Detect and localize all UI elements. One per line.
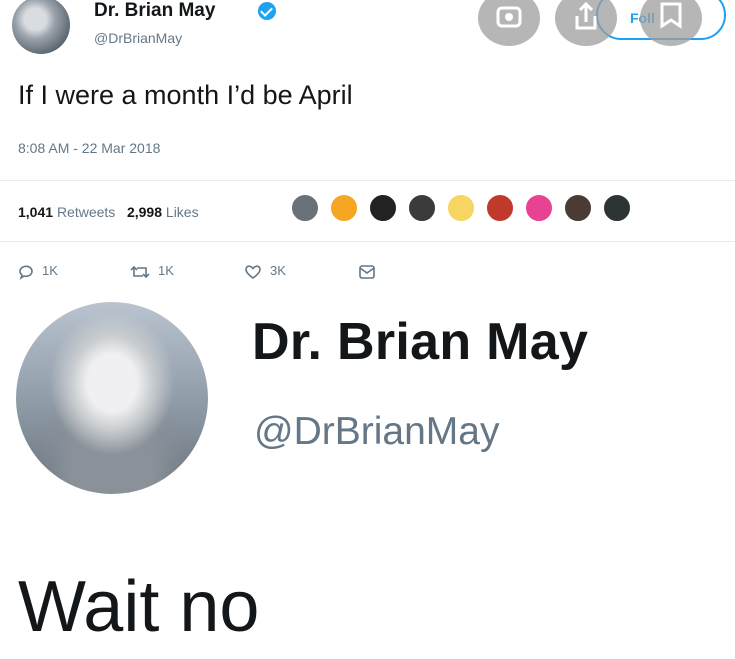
liker-avatar[interactable]	[485, 193, 515, 223]
share-icon[interactable]	[555, 0, 617, 46]
retweet-count: 1K	[158, 263, 174, 278]
retweets-label[interactable]: Retweets	[57, 204, 115, 220]
liker-avatar[interactable]	[290, 193, 320, 223]
profile-handle[interactable]: @DrBrianMay	[254, 410, 499, 454]
heart-icon	[245, 264, 261, 279]
tweet-timestamp[interactable]: 8:08 AM - 22 Mar 2018	[18, 140, 160, 156]
profile-display-name[interactable]: Dr. Brian May	[252, 312, 588, 372]
liker-avatar[interactable]	[602, 193, 632, 223]
reply-count: 1K	[42, 263, 58, 278]
message-icon	[359, 264, 375, 279]
tweet-display-name[interactable]: Dr. Brian May	[94, 0, 215, 22]
liker-avatar[interactable]	[329, 193, 359, 223]
retweet-icon	[130, 265, 150, 278]
meme-caption: Wait no	[18, 567, 260, 647]
retweet-button[interactable]: 1K	[130, 263, 174, 280]
avatar[interactable]	[12, 0, 70, 54]
likes-count[interactable]: 2,998	[127, 204, 162, 220]
like-button[interactable]: 3K	[244, 263, 286, 280]
liker-avatar[interactable]	[524, 193, 554, 223]
divider	[0, 241, 735, 242]
reply-button[interactable]: 1K	[18, 263, 58, 280]
liker-avatar[interactable]	[407, 193, 437, 223]
verified-badge-icon	[258, 2, 276, 20]
tweet-text: If I were a month I’d be April	[18, 80, 353, 110]
retweets-count[interactable]: 1,041	[18, 204, 53, 220]
reply-icon	[19, 265, 33, 280]
like-count: 3K	[270, 263, 286, 278]
message-button[interactable]	[358, 263, 384, 280]
liker-avatar[interactable]	[563, 193, 593, 223]
profile-avatar[interactable]	[16, 302, 208, 494]
tweet-stats: 1,041 Retweets 2,998 Likes	[18, 204, 199, 220]
tweet-handle[interactable]: @DrBrianMay	[94, 30, 182, 46]
liker-avatar[interactable]	[368, 193, 398, 223]
divider	[0, 180, 735, 181]
bookmark-icon[interactable]	[640, 0, 702, 46]
liker-avatar[interactable]	[446, 193, 476, 223]
lens-icon[interactable]	[478, 0, 540, 46]
likes-label[interactable]: Likes	[166, 204, 199, 220]
